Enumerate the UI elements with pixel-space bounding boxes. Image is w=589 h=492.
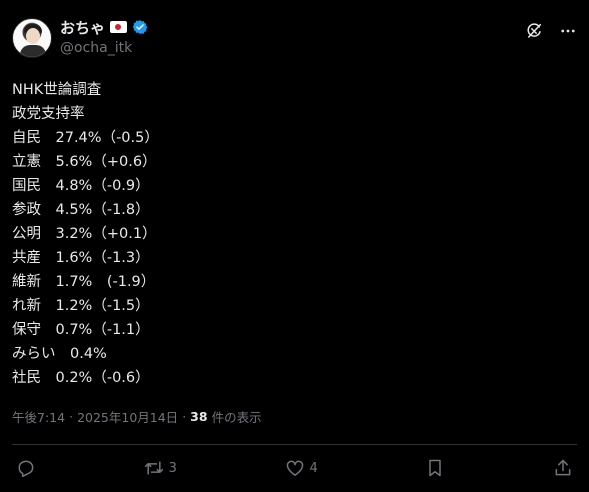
share-icon	[555, 459, 571, 476]
post-line: みらい 0.4%	[12, 346, 107, 362]
meta-separator: ·	[182, 409, 187, 424]
post-time[interactable]: 午後7:14	[12, 407, 65, 426]
like-icon	[286, 460, 303, 476]
japan-flag-icon	[110, 21, 128, 33]
top-icons	[525, 22, 577, 40]
author-names: おちゃ @ocha_itk	[60, 17, 148, 56]
reply-icon	[18, 460, 34, 478]
more-icon[interactable]	[559, 22, 577, 40]
reply-button[interactable]	[16, 458, 36, 478]
retweet-button[interactable]: 3	[144, 458, 177, 478]
divider	[12, 444, 577, 445]
post-line: 保守 0.7%（-1.1）	[12, 322, 150, 338]
display-name-row: おちゃ	[60, 17, 148, 37]
views-count[interactable]: 38	[190, 409, 207, 424]
avatar[interactable]	[12, 18, 52, 58]
retweet-count: 3	[168, 460, 177, 476]
post-line: 共産 1.6%（-1.3）	[12, 250, 150, 266]
avatar-body	[20, 45, 46, 57]
post-text: NHK世論調査 政党支持率 自民 27.4%（-0.5） 立憲 5.6%（+0.…	[12, 78, 159, 390]
post-line: NHK世論調査	[12, 82, 102, 98]
post-line: 政党支持率	[12, 106, 85, 122]
bookmark-icon	[429, 459, 442, 477]
post-line: 公明 3.2%（+0.1）	[12, 226, 157, 242]
display-name[interactable]: おちゃ	[60, 17, 105, 38]
post-date[interactable]: 2025年10月14日	[77, 407, 178, 426]
share-button[interactable]	[553, 458, 573, 478]
like-button[interactable]: 4	[285, 458, 318, 478]
post-line: れ新 1.2%（-1.5）	[12, 298, 150, 314]
post-line: 自民 27.4%（-0.5）	[12, 130, 159, 146]
post-line: 立憲 5.6%（+0.6）	[12, 154, 157, 170]
bookmark-button[interactable]	[425, 458, 445, 478]
post-line: 維新 1.7% (-1.9）	[12, 274, 156, 290]
action-bar: 3 4	[16, 456, 573, 480]
verified-badge-icon	[132, 20, 148, 34]
post-meta: 午後7:14 · 2025年10月14日 · 38 件の表示	[12, 407, 262, 426]
like-count: 4	[309, 460, 318, 476]
post-line: 参政 4.5%（-1.8）	[12, 202, 150, 218]
handle[interactable]: @ocha_itk	[60, 40, 148, 56]
views-label: 件の表示	[211, 410, 262, 425]
post-header: おちゃ @ocha_itk	[12, 14, 577, 62]
meta-separator: ·	[69, 409, 74, 424]
retweet-icon	[144, 461, 163, 475]
avatar-face	[26, 28, 40, 44]
grok-icon[interactable]	[525, 22, 543, 40]
post-line: 国民 4.8%（-0.9）	[12, 178, 150, 194]
post-line: 社民 0.2%（-0.6）	[12, 370, 150, 386]
